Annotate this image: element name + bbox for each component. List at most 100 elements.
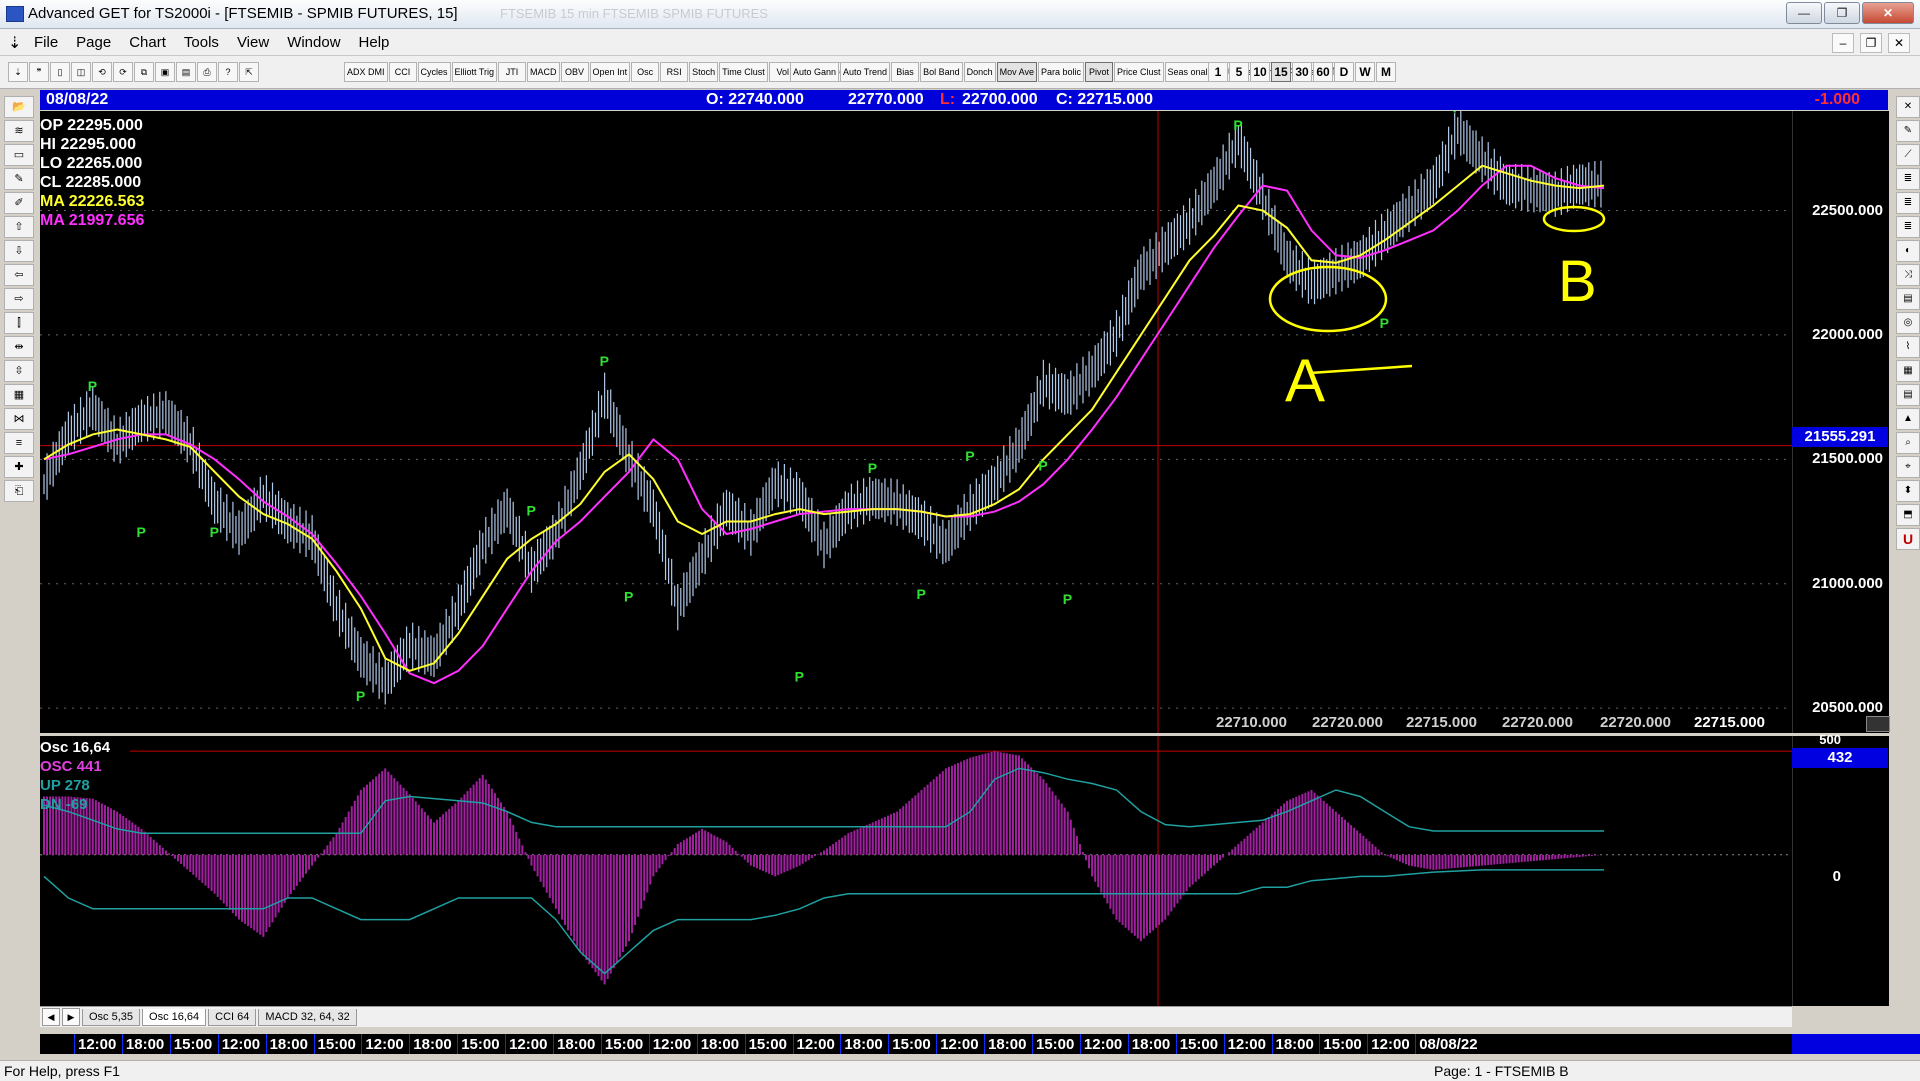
study-button-cci[interactable]: CCI	[388, 62, 417, 82]
right-tool-icon-1[interactable]: ✎	[1896, 120, 1920, 142]
minimize-button[interactable]: —	[1786, 2, 1822, 24]
left-tool-icon-6[interactable]: ⇩	[4, 240, 34, 262]
left-tool-icon-15[interactable]: ✚	[4, 456, 34, 478]
period-button-15[interactable]: 15	[1271, 62, 1291, 82]
right-tool-icon-6[interactable]: ◐	[1896, 240, 1920, 262]
left-tool-icon-13[interactable]: ⋈	[4, 408, 34, 430]
study-button-osc[interactable]: Osc	[631, 62, 660, 82]
menu-page[interactable]: Page	[76, 34, 111, 51]
right-tool-icon-3[interactable]: ≣	[1896, 168, 1920, 190]
file-tool-button-3[interactable]: ◫	[71, 62, 91, 82]
menu-tools[interactable]: Tools	[184, 34, 219, 51]
tool-button-auto-trend[interactable]: Auto Trend	[840, 62, 891, 82]
maximize-button[interactable]: ❐	[1824, 2, 1860, 24]
study-button-stoch[interactable]: Stoch	[689, 62, 719, 82]
right-tool-icon-13[interactable]: ▲	[1896, 408, 1920, 430]
right-tool-icon-10[interactable]: ⌇	[1896, 336, 1920, 358]
left-tool-icon-0[interactable]: 📂	[4, 96, 34, 118]
file-tool-button-5[interactable]: ⟳	[113, 62, 133, 82]
period-button-m[interactable]: M	[1376, 62, 1396, 82]
mdi-close-button[interactable]: ✕	[1888, 33, 1910, 53]
period-button-30[interactable]: 30	[1292, 62, 1312, 82]
tab-prev-button[interactable]: ◀	[42, 1008, 60, 1026]
file-tool-button-10[interactable]: ?	[218, 62, 238, 82]
left-tool-icon-2[interactable]: ▭	[4, 144, 34, 166]
left-tool-icon-1[interactable]: ≋	[4, 120, 34, 142]
left-tool-icon-8[interactable]: ⇨	[4, 288, 34, 310]
left-tool-icon-3[interactable]: ✎	[4, 168, 34, 190]
menu-help[interactable]: Help	[359, 34, 390, 51]
right-tool-icon-0[interactable]: ✕	[1896, 96, 1920, 118]
chart-scroll-icon[interactable]	[1866, 716, 1890, 732]
file-tool-button-6[interactable]: ⧉	[134, 62, 154, 82]
mdi-minimize-button[interactable]: –	[1832, 33, 1854, 53]
file-tool-button-4[interactable]: ⟲	[92, 62, 112, 82]
right-tool-icon-17[interactable]: ⬒	[1896, 504, 1920, 526]
period-button-5[interactable]: 5	[1229, 62, 1249, 82]
left-tool-icon-16[interactable]: ⎗	[4, 480, 34, 502]
period-button-1[interactable]: 1	[1208, 62, 1228, 82]
right-tool-icon-7[interactable]: ⤨	[1896, 264, 1920, 286]
right-tool-icon-12[interactable]: ▤	[1896, 384, 1920, 406]
left-tool-icon-9[interactable]: ⫿	[4, 312, 34, 334]
close-button[interactable]: ✕	[1862, 2, 1914, 24]
right-tool-icon-14[interactable]: ⌕	[1896, 432, 1920, 454]
left-tool-icon-10[interactable]: ⇹	[4, 336, 34, 358]
tool-button-donch[interactable]: Donch	[963, 62, 996, 82]
file-tool-button-9[interactable]: ⎙	[197, 62, 217, 82]
right-tool-icon-8[interactable]: ▤	[1896, 288, 1920, 310]
tool-button-price-clust[interactable]: Price Clust	[1114, 62, 1164, 82]
period-button-d[interactable]: D	[1334, 62, 1354, 82]
study-button-cycles[interactable]: Cycles	[417, 62, 451, 82]
left-tool-icon-4[interactable]: ✐	[4, 192, 34, 214]
left-tool-icon-7[interactable]: ⇦	[4, 264, 34, 286]
left-tool-icon-12[interactable]: ▦	[4, 384, 34, 406]
tab-cci-64[interactable]: CCI 64	[208, 1008, 257, 1026]
tab-next-button[interactable]: ▶	[62, 1008, 80, 1026]
study-button-time-clust[interactable]: Time Clust	[719, 62, 768, 82]
tool-button-para-bolic[interactable]: Para bolic	[1037, 62, 1084, 82]
period-button-10[interactable]: 10	[1250, 62, 1270, 82]
system-menu-icon[interactable]: ⇣	[8, 33, 21, 53]
study-button-open-int[interactable]: Open Int	[589, 62, 631, 82]
study-button-obv[interactable]: OBV	[560, 62, 589, 82]
file-tool-button-1[interactable]: ❞	[29, 62, 49, 82]
right-tool-icon-16[interactable]: ⬍	[1896, 480, 1920, 502]
menu-view[interactable]: View	[237, 34, 269, 51]
file-tool-button-8[interactable]: ▤	[176, 62, 196, 82]
tab-osc-16-64[interactable]: Osc 16,64	[142, 1008, 207, 1026]
right-tool-icon-18[interactable]: U	[1896, 528, 1920, 550]
study-button-jti[interactable]: JTI	[498, 62, 527, 82]
period-button-w[interactable]: W	[1355, 62, 1375, 82]
right-tool-icon-2[interactable]: ⟋	[1896, 144, 1920, 166]
file-tool-button-7[interactable]: ▣	[155, 62, 175, 82]
price-chart[interactable]: P P P P P P P P P P P P P P P P A B	[40, 111, 1792, 733]
left-tool-icon-14[interactable]: ≡	[4, 432, 34, 454]
file-tool-button-11[interactable]: ⇱	[239, 62, 259, 82]
tool-button-pivot[interactable]: Pivot	[1085, 62, 1113, 82]
tool-button-auto-gann[interactable]: Auto Gann	[790, 62, 840, 82]
left-tool-icon-11[interactable]: ⇳	[4, 360, 34, 382]
study-button-adx-dmi[interactable]: ADX DMI	[344, 62, 388, 82]
tool-button-bol-band[interactable]: Bol Band	[920, 62, 963, 82]
tool-button-bias[interactable]: Bias	[891, 62, 920, 82]
menu-file[interactable]: File	[34, 34, 58, 51]
period-button-60[interactable]: 60	[1313, 62, 1333, 82]
right-tool-icon-4[interactable]: ≣	[1896, 192, 1920, 214]
study-button-elliott-trig[interactable]: Elliott Trig	[451, 62, 498, 82]
right-tool-icon-15[interactable]: ⌖	[1896, 456, 1920, 478]
menu-window[interactable]: Window	[287, 34, 340, 51]
oscillator-chart[interactable]	[40, 736, 1792, 1006]
file-tool-button-0[interactable]: ⇣	[8, 62, 28, 82]
tool-button-mov-ave[interactable]: Mov Ave	[996, 62, 1037, 82]
tab-macd-32-64-32[interactable]: MACD 32, 64, 32	[258, 1008, 357, 1026]
left-tool-icon-5[interactable]: ⇧	[4, 216, 34, 238]
mdi-restore-button[interactable]: ❐	[1860, 33, 1882, 53]
menu-chart[interactable]: Chart	[129, 34, 166, 51]
study-button-macd[interactable]: MACD	[527, 62, 560, 82]
file-tool-button-2[interactable]: ▯	[50, 62, 70, 82]
study-button-rsi[interactable]: RSI	[660, 62, 689, 82]
right-tool-icon-5[interactable]: ≣	[1896, 216, 1920, 238]
right-tool-icon-11[interactable]: ▦	[1896, 360, 1920, 382]
tab-osc-5-35[interactable]: Osc 5,35	[82, 1008, 141, 1026]
